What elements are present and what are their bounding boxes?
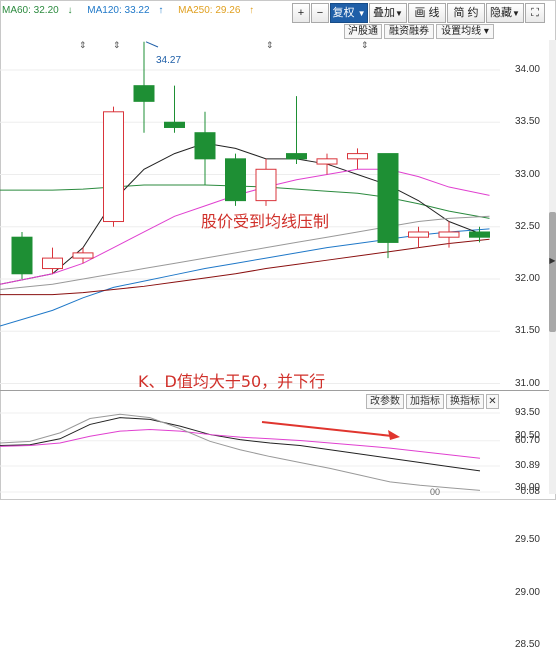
ma120-label: MA120: 33.22 ↑ bbox=[87, 5, 164, 16]
price-axis-label: 34.00 bbox=[514, 64, 540, 75]
kd-line bbox=[0, 428, 481, 459]
set-ma-dropdown[interactable]: 设置均线 ▾ bbox=[436, 24, 494, 39]
candle-body bbox=[164, 121, 185, 128]
ma-legend: MA60: 32.20 ↓ MA120: 33.22 ↑ MA250: 29.2… bbox=[2, 5, 266, 19]
candle-body bbox=[286, 153, 307, 160]
hugutong-button[interactable]: 沪股通 bbox=[344, 24, 382, 39]
kd-axis-label: 60.70 bbox=[514, 434, 540, 446]
candle-body bbox=[316, 158, 338, 165]
price-axis-label: 29.00 bbox=[514, 586, 540, 598]
close-indicator-button[interactable]: ✕ bbox=[486, 394, 499, 409]
candle-body bbox=[469, 231, 490, 238]
price-axis-label: 33.50 bbox=[514, 116, 540, 128]
candle-body bbox=[194, 132, 216, 160]
scrollbar-thumb[interactable] bbox=[549, 212, 556, 332]
fullscreen-icon: ⛶ bbox=[531, 7, 539, 19]
chevron-down-icon: ▾ bbox=[483, 26, 489, 37]
kd-axis-label: 30.89 bbox=[514, 459, 540, 471]
candle-body bbox=[438, 231, 460, 238]
kd-line bbox=[0, 413, 481, 491]
price-axis-label: 32.00 bbox=[514, 273, 540, 284]
chevron-down-icon: ▼ bbox=[357, 9, 366, 18]
candle-body bbox=[255, 168, 277, 202]
peak-callout-line bbox=[145, 41, 159, 48]
candle-body bbox=[133, 85, 155, 102]
peak-price-label: 34.27 bbox=[156, 55, 182, 66]
kdj-chart[interactable] bbox=[0, 410, 500, 498]
candle-body bbox=[72, 252, 94, 259]
zoom-out-button[interactable]: − bbox=[311, 3, 329, 23]
annotation-kd: K、D值均大于50，并下行 bbox=[138, 372, 326, 391]
scroll-arrow-icon[interactable]: ▶ bbox=[549, 256, 556, 266]
trend-arrow-head bbox=[388, 430, 400, 440]
simple-mode-button[interactable]: 简 约 bbox=[447, 3, 485, 23]
overlay-dropdown[interactable]: 叠加▼ bbox=[369, 3, 407, 23]
price-axis-label: 33.00 bbox=[514, 168, 540, 180]
ma250-label: MA250: 29.26 ↑ bbox=[178, 5, 255, 16]
kd-bottom-label: 00 bbox=[430, 487, 441, 497]
candle-body bbox=[225, 158, 246, 202]
panel-divider bbox=[0, 390, 554, 391]
margin-trading-button[interactable]: 融资融券 bbox=[384, 24, 434, 39]
candle-body bbox=[11, 236, 33, 275]
kd-axis-label: 93.50 bbox=[514, 407, 540, 418]
change-params-button[interactable]: 改参数 bbox=[366, 394, 404, 409]
trend-arrow-line bbox=[261, 421, 393, 437]
price-axis-label: 32.50 bbox=[514, 220, 540, 232]
candle-body bbox=[42, 257, 63, 270]
kd-axis-label: 0.08 bbox=[520, 486, 540, 497]
candle-body bbox=[103, 111, 124, 223]
price-axis-label: 31.00 bbox=[514, 377, 540, 389]
ma-line bbox=[0, 228, 490, 327]
zoom-in-button[interactable]: + bbox=[292, 3, 310, 23]
price-axis-label: 29.50 bbox=[514, 534, 540, 546]
close-icon: ✕ bbox=[488, 396, 497, 407]
hide-dropdown[interactable]: 隐藏▼ bbox=[486, 3, 524, 23]
candle-body bbox=[377, 153, 399, 243]
annotation-ma-pressure: 股价受到均线压制 bbox=[201, 212, 330, 231]
fuquan-dropdown[interactable]: 复权 ▼ bbox=[330, 3, 368, 23]
price-axis-label: 31.50 bbox=[514, 325, 540, 337]
kd-line bbox=[0, 417, 481, 472]
ma60-label: MA60: 32.20 ↓ bbox=[2, 5, 73, 16]
fullscreen-button[interactable]: ⛶ bbox=[525, 3, 545, 23]
add-indicator-button[interactable]: 加指标 bbox=[406, 394, 444, 409]
price-axis-label: 28.50 bbox=[514, 638, 540, 650]
chevron-down-icon: ▼ bbox=[512, 9, 520, 18]
chevron-down-icon: ▼ bbox=[395, 9, 403, 18]
candle-body bbox=[347, 153, 368, 160]
switch-indicator-button[interactable]: 换指标 bbox=[446, 394, 484, 409]
candle-body bbox=[408, 231, 429, 238]
draw-line-button[interactable]: 画 线 bbox=[408, 3, 446, 23]
